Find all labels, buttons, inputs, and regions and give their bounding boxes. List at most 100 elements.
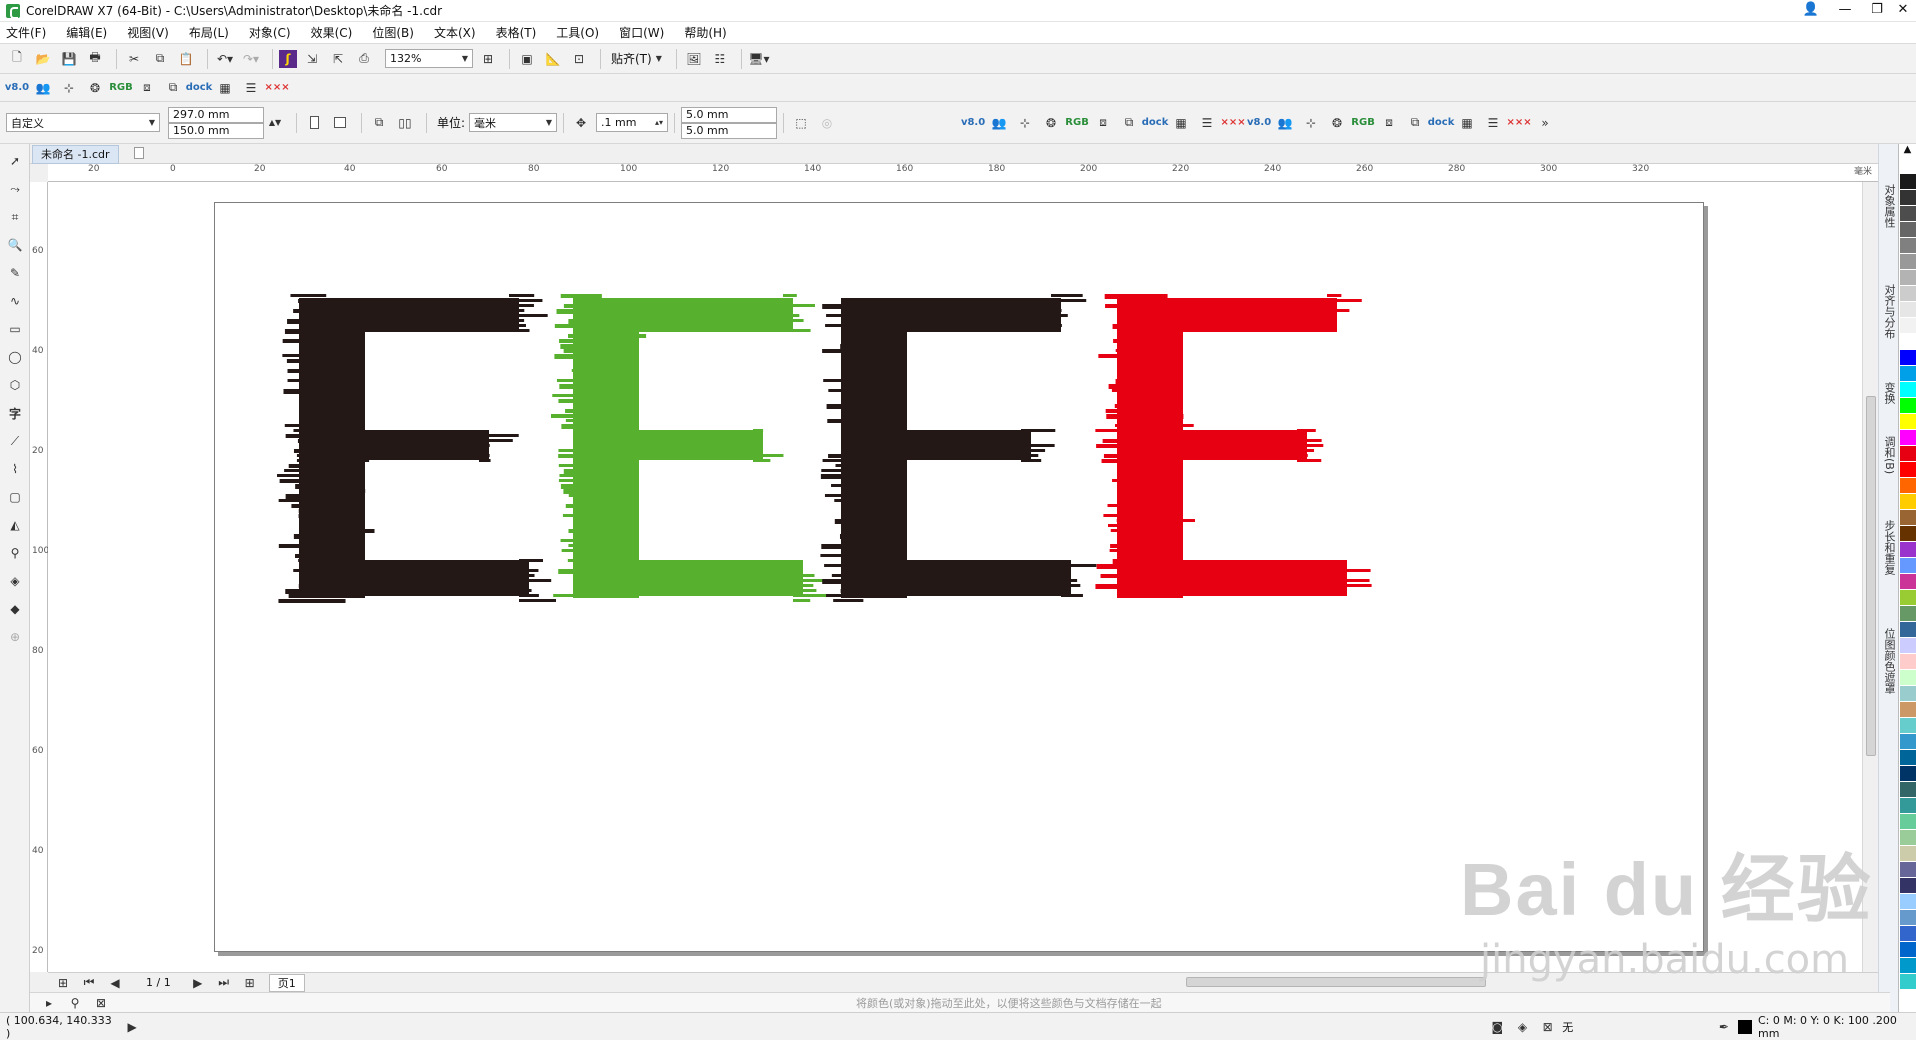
add-page-after-icon[interactable]: ⊞ bbox=[239, 972, 261, 994]
color-swatch[interactable] bbox=[1900, 398, 1916, 414]
unit-select[interactable]: 毫米 ▼ bbox=[469, 113, 558, 132]
letter-e-3-slice[interactable] bbox=[1051, 299, 1087, 302]
letter-e-1-slice[interactable] bbox=[277, 474, 339, 477]
letter-e-2-slice[interactable] bbox=[562, 514, 614, 517]
letter-e-2-slice[interactable] bbox=[559, 339, 617, 343]
nudge-distance-field[interactable]: .1 mm ▴▾ bbox=[596, 113, 669, 132]
docker-tab-transform[interactable]: 变换 bbox=[1881, 382, 1897, 404]
letter-e-1-slice[interactable] bbox=[293, 534, 364, 539]
menu-help[interactable]: 帮助(H) bbox=[684, 24, 726, 41]
letter-e-1-slice[interactable] bbox=[519, 599, 557, 602]
color-swatch[interactable] bbox=[1900, 510, 1916, 526]
letter-e-1-slice[interactable] bbox=[509, 314, 548, 317]
letter-e-4-slice[interactable] bbox=[1113, 339, 1145, 343]
letter-e-4-slice[interactable] bbox=[1297, 429, 1316, 432]
duplicate-y-field[interactable]: 5.0 mm bbox=[681, 122, 778, 139]
letter-e-2-slice[interactable] bbox=[561, 549, 620, 552]
color-swatch[interactable] bbox=[1900, 686, 1916, 702]
color-swatch[interactable] bbox=[1900, 414, 1916, 430]
letter-e-2-slice[interactable] bbox=[554, 354, 604, 359]
more-chevron-icon[interactable]: » bbox=[1534, 112, 1556, 134]
letter-e-4-slice[interactable] bbox=[1109, 549, 1147, 552]
menu-file[interactable]: 文件(F) bbox=[6, 24, 46, 41]
letter-e-1-slice[interactable] bbox=[278, 599, 346, 603]
color-swatch[interactable] bbox=[1900, 622, 1916, 638]
color-swatch[interactable] bbox=[1900, 270, 1916, 286]
color-swatch[interactable] bbox=[1900, 542, 1916, 558]
color-swatch[interactable] bbox=[1900, 158, 1916, 174]
letter-e-1-slice[interactable] bbox=[300, 574, 356, 577]
letter-e-3-slice[interactable] bbox=[822, 349, 869, 353]
menu-bitmaps[interactable]: 位图(B) bbox=[372, 24, 414, 41]
letter-e-4-slice[interactable] bbox=[1118, 469, 1173, 474]
letter-e-1-slice[interactable] bbox=[284, 329, 323, 334]
color-swatch[interactable] bbox=[1900, 222, 1916, 238]
letter-e-1-slice[interactable] bbox=[298, 509, 356, 513]
letter-e-4-slice[interactable] bbox=[1098, 354, 1144, 358]
letter-e-4-slice[interactable] bbox=[1111, 389, 1169, 392]
spin-arrows-icon[interactable]: ▲▼ bbox=[264, 112, 286, 134]
rectangle-tool-icon[interactable]: ▭ bbox=[4, 318, 26, 340]
letter-e-3-slice[interactable] bbox=[840, 589, 899, 593]
show-rulers-icon[interactable]: 📐 bbox=[542, 48, 564, 70]
menu-tools[interactable]: 工具(O) bbox=[556, 24, 599, 41]
color-swatch[interactable] bbox=[1900, 782, 1916, 798]
letter-e-1-slice[interactable] bbox=[295, 484, 348, 489]
letter-e-2-slice[interactable] bbox=[793, 574, 815, 577]
letter-e-4-slice[interactable] bbox=[1337, 579, 1370, 582]
docker-tab-blend[interactable]: 调和(B) bbox=[1881, 436, 1897, 474]
letter-e-1-slice[interactable] bbox=[278, 544, 358, 548]
letter-e-3-slice[interactable] bbox=[826, 404, 873, 409]
letter-e-4-slice[interactable] bbox=[1297, 444, 1324, 447]
stack-icon[interactable]: ☰ bbox=[1482, 112, 1504, 134]
letter-e-4-slice[interactable] bbox=[1297, 459, 1322, 462]
letter-e-4-slice[interactable] bbox=[1114, 404, 1166, 408]
letter-e-1-slice[interactable] bbox=[285, 434, 345, 438]
letter-e-3-slice[interactable] bbox=[1051, 309, 1062, 312]
letter-e-2-slice[interactable] bbox=[558, 464, 592, 467]
treat-as-filled-icon[interactable]: ⬚ bbox=[790, 112, 812, 134]
letter-e-4-slice[interactable] bbox=[1103, 454, 1147, 458]
color-swatch[interactable] bbox=[1900, 894, 1916, 910]
letter-e-1-slice[interactable] bbox=[279, 479, 334, 483]
layer-tool-icon[interactable]: ⧉ bbox=[162, 77, 184, 99]
color-swatch[interactable] bbox=[1900, 638, 1916, 654]
rgb-cmyk-icon[interactable]: RGB bbox=[1351, 112, 1375, 134]
letter-e-2-bottom-bar[interactable] bbox=[573, 560, 803, 596]
color-swatch[interactable] bbox=[1900, 318, 1916, 334]
current-page-icon[interactable]: ▯▯ bbox=[394, 112, 416, 134]
letter-e-3-slice[interactable] bbox=[828, 389, 871, 392]
letter-e-3-slice[interactable] bbox=[1061, 584, 1081, 587]
letter-e-1-slice[interactable] bbox=[285, 589, 337, 594]
letter-e-2-slice[interactable] bbox=[783, 329, 811, 332]
color-swatch[interactable] bbox=[1900, 286, 1916, 302]
letter-e-3-slice[interactable] bbox=[821, 544, 884, 549]
coreldraw-app-icon[interactable] bbox=[6, 3, 20, 19]
color-swatch[interactable] bbox=[1900, 254, 1916, 270]
letter-e-3-slice[interactable] bbox=[824, 564, 895, 567]
color-swatch[interactable] bbox=[1900, 558, 1916, 574]
menu-view[interactable]: 视图(V) bbox=[127, 24, 169, 41]
letter-e-2-slice[interactable] bbox=[552, 394, 606, 397]
page-height-field[interactable]: 150.0 mm bbox=[168, 122, 264, 139]
menu-window[interactable]: 窗口(W) bbox=[619, 24, 664, 41]
menu-effects[interactable]: 效果(C) bbox=[311, 24, 353, 41]
letter-e-1-slice[interactable] bbox=[299, 489, 366, 493]
letter-e-2-slice[interactable] bbox=[783, 304, 815, 307]
page-width-field[interactable]: 297.0 mm bbox=[168, 106, 264, 123]
eyedropper-icon[interactable]: ⚲ bbox=[4, 542, 26, 564]
cut-icon[interactable]: ✂ bbox=[123, 48, 145, 70]
letter-e-2-slice[interactable] bbox=[793, 599, 811, 602]
letter-e-4-slice[interactable] bbox=[1337, 569, 1371, 572]
close-button[interactable]: ✕ bbox=[1886, 0, 1916, 22]
v8-plugin-icon[interactable]: v8.0 bbox=[1247, 112, 1271, 134]
color-swatch[interactable] bbox=[1900, 670, 1916, 686]
transparency-icon[interactable]: ◭ bbox=[4, 514, 26, 536]
letter-e-3-slice[interactable] bbox=[820, 474, 882, 479]
letter-e-1-slice[interactable] bbox=[300, 539, 363, 544]
letter-e-2-slice[interactable] bbox=[568, 494, 623, 497]
letter-e-1-slice[interactable] bbox=[479, 454, 490, 457]
letter-e-1-slice[interactable] bbox=[519, 574, 535, 577]
letter-e-2-slice[interactable] bbox=[565, 409, 629, 413]
stack-icon[interactable]: ☰ bbox=[240, 77, 262, 99]
